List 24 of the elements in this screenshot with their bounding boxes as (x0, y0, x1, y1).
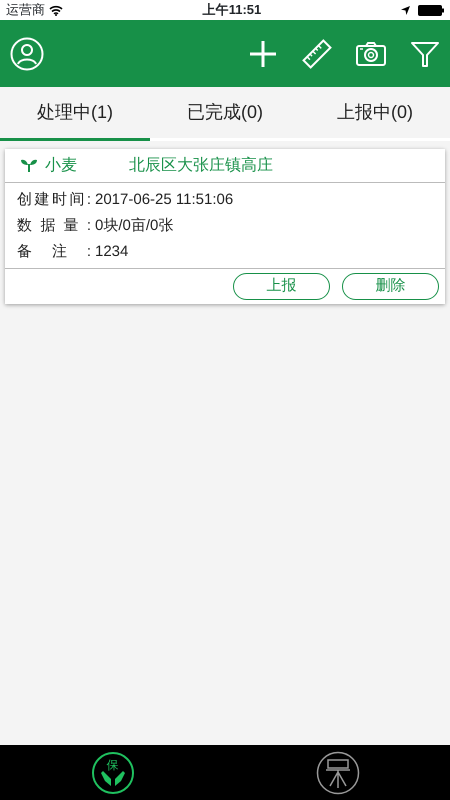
action-button[interactable]: 删除 (342, 273, 439, 300)
field-value: 2017-06-25 11:51:06 (95, 190, 234, 210)
profile-icon[interactable] (10, 36, 44, 70)
field-label: 备注: (17, 242, 91, 262)
tab[interactable]: 上报中(0) (300, 87, 450, 141)
sprout-icon (21, 159, 37, 172)
carrier-label: 运营商 (6, 1, 45, 20)
location-icon (401, 6, 410, 14)
protect-hands-icon[interactable]: 保 (92, 752, 134, 794)
crop-label: 小麦 (45, 156, 77, 176)
tab[interactable]: 处理中(1) (0, 87, 150, 141)
action-button[interactable]: 上报 (233, 273, 330, 300)
add-icon[interactable] (248, 38, 278, 68)
location-label: 北辰区大张庄镇高庄 (129, 156, 273, 176)
tab[interactable]: 已完成(0) (150, 87, 300, 141)
ruler-icon[interactable] (302, 38, 332, 68)
surveying-instrument-icon[interactable] (316, 750, 360, 794)
battery-icon (418, 4, 444, 16)
wifi-icon (49, 4, 63, 16)
clock-label: 上午11:51 (202, 1, 262, 20)
field-label: 创建时间: (17, 190, 91, 210)
field-label: 数据量: (17, 216, 91, 236)
field-value: 1234 (95, 242, 128, 262)
field-value: 0块/0亩/0张 (95, 216, 174, 236)
